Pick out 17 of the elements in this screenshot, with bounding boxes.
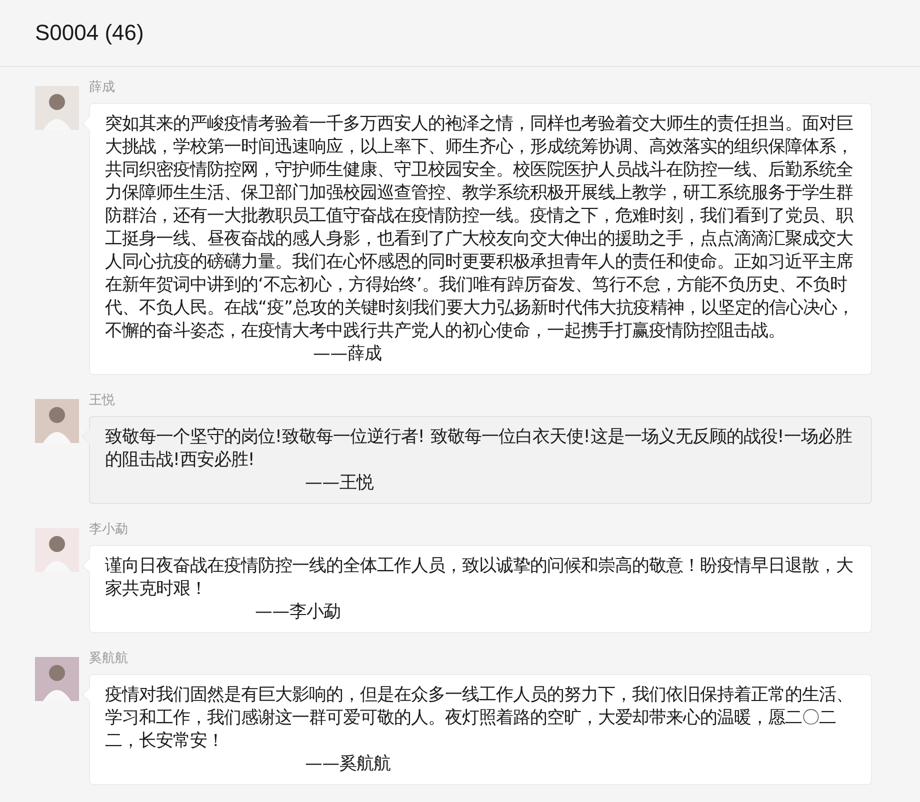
sender-name: 奚航航 xyxy=(89,650,129,668)
avatar[interactable] xyxy=(35,399,79,443)
sender-name: 薛成 xyxy=(89,79,116,97)
message-text: 疫情对我们固然是有巨大影响的，但是在众多一线工作人员的努力下，我们依旧保持着正常的生活、学习和工作，我们感谢这一群可爱可敬的人。夜灯照着路的空旷，大爱却带来心的温暖，愿二〇二二，长安常安！ xyxy=(105,685,853,751)
signature: ——薛成 xyxy=(313,343,382,366)
chat-title: S0004 (46) xyxy=(35,20,144,46)
avatar[interactable] xyxy=(35,657,79,701)
sender-name: 李小勐 xyxy=(89,521,129,539)
signature: ——王悦 xyxy=(305,472,374,495)
signature: ——李小勐 xyxy=(255,601,341,624)
avatar[interactable] xyxy=(35,86,79,130)
sender-name: 王悦 xyxy=(89,392,116,410)
message-text: 谨向日夜奋战在疫情防控一线的全体工作人员，致以诚挚的问候和崇高的敬意！盼疫情早日退散，大家共克时艰！ xyxy=(105,556,853,599)
message-text: 致敬每一个坚守的岗位!致敬每一位逆行者! 致敬每一位白衣天使!这是一场义无反顾的战役!一场必胜的阻击战!西安必胜! xyxy=(105,427,852,470)
avatar[interactable] xyxy=(35,528,79,572)
signature: ——奚航航 xyxy=(305,753,391,776)
message-text: 突如其来的严峻疫情考验着一千多万西安人的袍泽之情，同样也考验着交大师生的责任担当。面对巨大挑战，学校第一时间迅速响应，以上率下、师生齐心，形成统筹协调、高效落实的组织保障体系，共同织密疫情防控网，守护师生健康、守卫校园安全。校医院医护人员战斗在防控一线、后勤系统全力保障师生生活、保卫部门加强校园巡查管控、教学系统积极开展线上教学，研工系统服务于学生群防群治，还有一大批教职员工值守奋战在疫情防控一线。疫情之下，危难时刻，我们看到了党员、职工挺身一线、昼夜奋战的感人身影，也看到了广大校友向交大伸出的援助之手，点点滴滴汇聚成交大人同心抗疫的磅礴力量。我们在心怀感恩的同时更要积极承担青年人的责任和使命。正如习近平主席在新年贺词中讲到的‘不忘初心，方得始终’。我们唯有踔厉奋发、笃行不怠，方能不负历史、不负时代、不负人民。在战“疫”总攻的关键时刻我们要大力弘扬新时代伟大抗疫精神，以坚定的信心决心，不懈的奋斗姿态，在疫情大考中践行共产党人的初心使命，一起携手打赢疫情防控阻击战。 xyxy=(105,114,854,341)
